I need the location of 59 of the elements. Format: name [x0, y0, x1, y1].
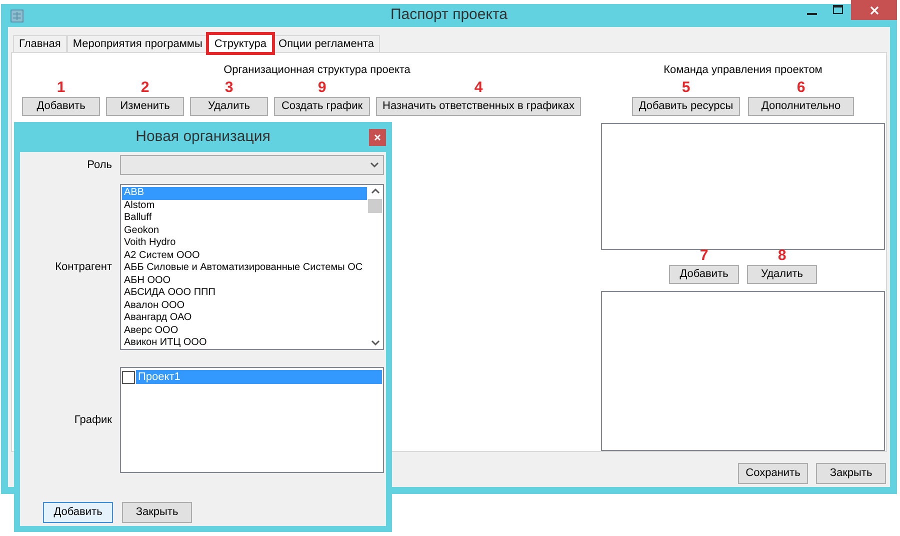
dialog-title: Новая организация [136, 126, 270, 147]
counterparty-list[interactable]: ABB Alstom Balluff Geokon Voith Hydro А2 Систем ООО АББ Силовые и Автоматизированные Системы ОС АБН ООО АБСИДА ООО ППП Авалон ООО Авангард ОАО Аверс ООО Авикон ИТЦ ООО [120, 184, 384, 350]
scrollbar-thumb[interactable] [368, 199, 382, 213]
marker-number: 4 [474, 78, 483, 96]
field-label: Контрагент [54, 260, 112, 275]
tab[interactable]: Структура [208, 34, 273, 53]
list-item[interactable]: Авалон ООО [122, 300, 367, 312]
list-item[interactable]: Авангард ОАО [122, 312, 367, 324]
marker-number: 2 [140, 78, 150, 96]
section-heading: Организационная структура проекта [222, 63, 412, 78]
toolbar-button[interactable]: Добавить ресурсы [632, 96, 740, 116]
toolbar-button[interactable]: Создать график [274, 96, 370, 116]
list-item[interactable]: Balluff [122, 212, 367, 224]
window-title: Паспорт проекта [390, 5, 508, 26]
tab[interactable]: Главная [13, 35, 67, 52]
marker-number: 9 [318, 78, 326, 96]
toolbar-button[interactable]: Удалить [190, 96, 268, 116]
close-button[interactable] [369, 129, 386, 146]
close-button[interactable] [851, 0, 897, 20]
chevron-down-icon [370, 340, 380, 346]
toolbar-button[interactable]: Дополнительно [748, 96, 854, 116]
field-label: Роль [86, 158, 112, 173]
tab[interactable]: Мероприятия программы [66, 35, 208, 52]
list-item[interactable]: АБСИДА ООО ППП [122, 287, 367, 300]
list-item[interactable]: Geokon [122, 224, 367, 237]
list-item[interactable]: Voith Hydro [122, 237, 367, 250]
maximize-icon [833, 5, 843, 15]
close-icon [870, 6, 878, 14]
field-label: График [73, 412, 112, 428]
toolbar-button[interactable]: Удалить [747, 264, 817, 284]
footer-button[interactable]: Закрыть [816, 463, 886, 484]
list-item[interactable]: АБН ООО [122, 274, 367, 287]
chevron-down-icon [370, 162, 379, 168]
toolbar-button[interactable]: Добавить [22, 96, 100, 116]
dialog-button[interactable]: Добавить [43, 502, 113, 523]
list-item[interactable]: АББ Силовые и Автоматизированные Системы ОС [122, 262, 367, 274]
list-item[interactable]: Авикон ИТЦ ООО [122, 337, 367, 349]
tab[interactable]: Опции регламента [272, 35, 380, 52]
list-item[interactable]: Аверс ООО [122, 324, 367, 337]
chevron-up-icon [370, 188, 380, 194]
marker-number: 3 [224, 78, 234, 96]
marker-number: 5 [682, 78, 690, 96]
toolbar-button[interactable]: Добавить [669, 264, 739, 284]
dialog-button[interactable]: Закрыть [122, 502, 192, 523]
marker-number: 1 [56, 78, 66, 96]
list-item[interactable]: А2 Систем ООО [122, 250, 367, 262]
minimize-icon [807, 13, 817, 15]
app-icon [10, 8, 24, 22]
marker-number: 6 [796, 78, 806, 96]
list-item[interactable]: Alstom [122, 200, 367, 212]
toolbar-button[interactable]: Изменить [106, 96, 184, 116]
marker-number: 7 [700, 246, 708, 265]
toolbar-button[interactable]: Назначить ответственных в графиках [376, 96, 581, 116]
section-heading: Команда управления проектом [664, 63, 822, 78]
list-box[interactable] [601, 122, 885, 250]
footer-button[interactable]: Сохранить [738, 463, 808, 484]
marker-number: 8 [778, 246, 786, 265]
close-icon [374, 134, 381, 141]
checkbox[interactable] [122, 370, 135, 384]
